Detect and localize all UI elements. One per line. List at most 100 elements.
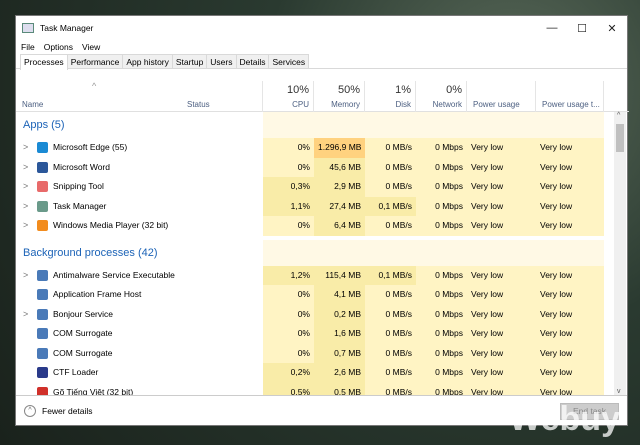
trend-cell: Very low: [536, 285, 604, 305]
trend-cell: Very low: [536, 177, 604, 197]
disk-cell: 0 MB/s: [365, 177, 416, 197]
column-disk[interactable]: 1% Disk: [365, 81, 416, 112]
scroll-up-icon[interactable]: ^: [617, 112, 620, 119]
process-row[interactable]: > Snipping Tool 0,3% 2,9 MB 0 MB/s 0 Mbps Very…: [16, 177, 604, 197]
column-status[interactable]: Status: [181, 81, 263, 112]
power-cell: Very low: [467, 304, 536, 324]
cpu-cell: 0,5%: [263, 382, 314, 395]
tab-performance[interactable]: Performance: [66, 54, 124, 68]
disk-cell: 0,1 MB/s: [365, 265, 416, 285]
close-button[interactable]: ✕: [597, 16, 627, 40]
task-manager-window: Task Manager — ☐ ✕ File Options View Pro…: [15, 15, 629, 426]
column-power-usage[interactable]: Power usage: [467, 81, 536, 112]
minimize-button[interactable]: —: [537, 16, 567, 40]
process-row[interactable]: > Antimalware Service Executable 1,2% 115,4…: [16, 265, 604, 286]
mem-cell: 4,1 MB: [314, 285, 365, 305]
disk-cell: 0 MB/s: [365, 157, 416, 177]
group-cell: [365, 112, 416, 138]
column-memory[interactable]: 50% Memory: [314, 81, 365, 112]
process-name: Snipping Tool: [53, 181, 104, 191]
tab-startup[interactable]: Startup: [171, 54, 208, 68]
menu-file[interactable]: File: [21, 42, 35, 52]
group-cell: [467, 112, 536, 138]
column-name[interactable]: Name: [16, 81, 181, 112]
tab-details[interactable]: Details: [235, 54, 270, 68]
process-row[interactable]: Application Frame Host 0% 4,1 MB 0 MB/s 0 Mb…: [16, 285, 604, 305]
mem-cell: 0,2 MB: [314, 304, 365, 324]
process-row[interactable]: CTF Loader 0,2% 2,6 MB 0 MB/s 0 Mbps Very low…: [16, 363, 604, 383]
menu-view[interactable]: View: [82, 42, 100, 52]
chevron-right-icon[interactable]: >: [23, 305, 28, 325]
group-cell: [536, 239, 604, 266]
net-cell: 0 Mbps: [416, 363, 467, 383]
cpu-cell: 0,2%: [263, 363, 314, 383]
trend-cell: Very low: [536, 304, 604, 324]
process-row[interactable]: > Microsoft Word 0% 45,6 MB 0 MB/s 0 Mbps Very…: [16, 157, 604, 178]
group-title: Apps (5): [23, 119, 65, 131]
process-name: CTF Loader: [53, 367, 99, 377]
cpu-cell: 0%: [263, 324, 314, 344]
fewer-details-button[interactable]: ^ Fewer details: [24, 405, 93, 417]
snipping-tool-icon: [37, 181, 48, 192]
column-header: ^ Name Status 10% CPU 50% Memory 1% Disk 0% Netwo…: [16, 81, 629, 112]
process-row[interactable]: > Bonjour Service 0% 0,2 MB 0 MB/s 0 Mbps Very…: [16, 304, 604, 325]
net-cell: 0 Mbps: [416, 265, 467, 285]
mem-cell: 45,6 MB: [314, 157, 365, 177]
process-name: COM Surrogate: [53, 347, 113, 358]
group-header: Apps (5): [16, 112, 604, 138]
vertical-scrollbar[interactable]: ^ v: [614, 112, 626, 395]
mem-cell: 0,7 MB: [314, 343, 365, 363]
column-usage-percent: 1%: [395, 84, 411, 96]
process-row[interactable]: > Microsoft Edge (55) 0% 1.296,9 MB 0 MB/s 0 …: [16, 138, 604, 158]
trend-cell: Very low: [536, 324, 604, 344]
menu-options[interactable]: Options: [44, 42, 73, 52]
power-cell: Very low: [467, 382, 536, 395]
tab-services[interactable]: Services: [268, 54, 310, 68]
column-network[interactable]: 0% Network: [416, 81, 467, 112]
chevron-right-icon[interactable]: >: [23, 197, 28, 217]
tab-bar: Processes Performance App history Startu…: [16, 54, 627, 70]
service-icon: [37, 289, 48, 300]
chevron-right-icon[interactable]: >: [23, 266, 28, 286]
service-icon: [37, 328, 48, 339]
disk-cell: 0 MB/s: [365, 285, 416, 305]
tab-app-history[interactable]: App history: [122, 54, 173, 68]
tab-users[interactable]: Users: [206, 54, 237, 68]
maximize-button[interactable]: ☐: [567, 16, 597, 40]
group-cell: [314, 112, 365, 138]
process-row[interactable]: > Task Manager 1,1% 27,4 MB 0,1 MB/s 0 Mbps Ve…: [16, 196, 604, 217]
column-cpu[interactable]: 10% CPU: [263, 81, 314, 112]
net-cell: 0 Mbps: [416, 343, 467, 363]
power-cell: Very low: [467, 285, 536, 305]
cpu-cell: 0%: [263, 285, 314, 305]
chevron-right-icon[interactable]: >: [23, 216, 28, 236]
group-cell: [416, 112, 467, 138]
column-power-usage-t[interactable]: Power usage t...: [536, 81, 604, 112]
edge-icon: [37, 142, 48, 153]
chevron-right-icon[interactable]: >: [23, 138, 28, 158]
mem-cell: 115,4 MB: [314, 265, 365, 285]
process-row[interactable]: Gõ Tiếng Việt (32 bit) 0,5% 0,5 MB 0 MB/s 0 …: [16, 382, 604, 396]
tab-processes[interactable]: Processes: [20, 54, 68, 70]
group-cell: [416, 239, 467, 266]
power-cell: Very low: [467, 363, 536, 383]
ctf-loader-icon: [37, 367, 48, 378]
scrollbar-thumb[interactable]: [616, 124, 624, 152]
chevron-up-icon: ^: [24, 405, 36, 417]
chevron-right-icon[interactable]: >: [23, 158, 28, 178]
power-cell: Very low: [467, 343, 536, 363]
process-row[interactable]: COM Surrogate 0% 1,6 MB 0 MB/s 0 Mbps Very lo…: [16, 324, 604, 344]
process-name: Windows Media Player (32 bit): [53, 220, 169, 230]
chevron-right-icon[interactable]: >: [23, 177, 28, 197]
trend-cell: Very low: [536, 363, 604, 383]
process-name: Application Frame Host: [53, 289, 142, 299]
scroll-down-icon[interactable]: v: [617, 388, 621, 395]
column-label: Disk: [395, 100, 411, 109]
net-cell: 0 Mbps: [416, 382, 467, 395]
power-cell: Very low: [467, 196, 536, 216]
process-row[interactable]: COM Surrogate 0% 0,7 MB 0 MB/s 0 Mbps Very lo…: [16, 343, 604, 363]
net-cell: 0 Mbps: [416, 285, 467, 305]
process-name: Gõ Tiếng Việt (32 bit): [53, 386, 134, 396]
column-label: Memory: [331, 100, 360, 109]
process-row[interactable]: > Windows Media Player (32 bit) 0% 6,4 MB 0 …: [16, 216, 604, 236]
